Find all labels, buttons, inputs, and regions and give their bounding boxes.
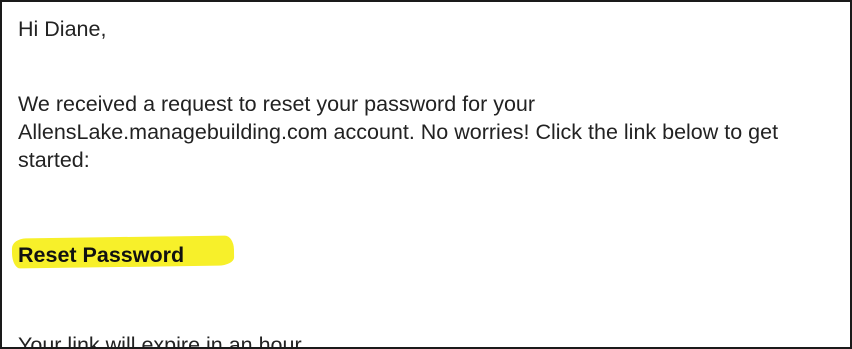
reset-password-link[interactable]: Reset Password xyxy=(18,241,184,269)
email-message-frame: Hi Diane, We received a request to reset… xyxy=(0,0,852,349)
reset-password-area: Reset Password xyxy=(11,234,237,276)
email-paragraph-line-2: AllensLake.managebuilding.com account. N… xyxy=(18,120,779,144)
email-paragraph-line-3: started: xyxy=(18,148,90,172)
email-paragraph-line-1: We received a request to reset your pass… xyxy=(18,92,536,116)
email-greeting: Hi Diane, xyxy=(18,17,107,41)
link-expiry-notice: Your link will expire in an hour. xyxy=(18,333,307,349)
